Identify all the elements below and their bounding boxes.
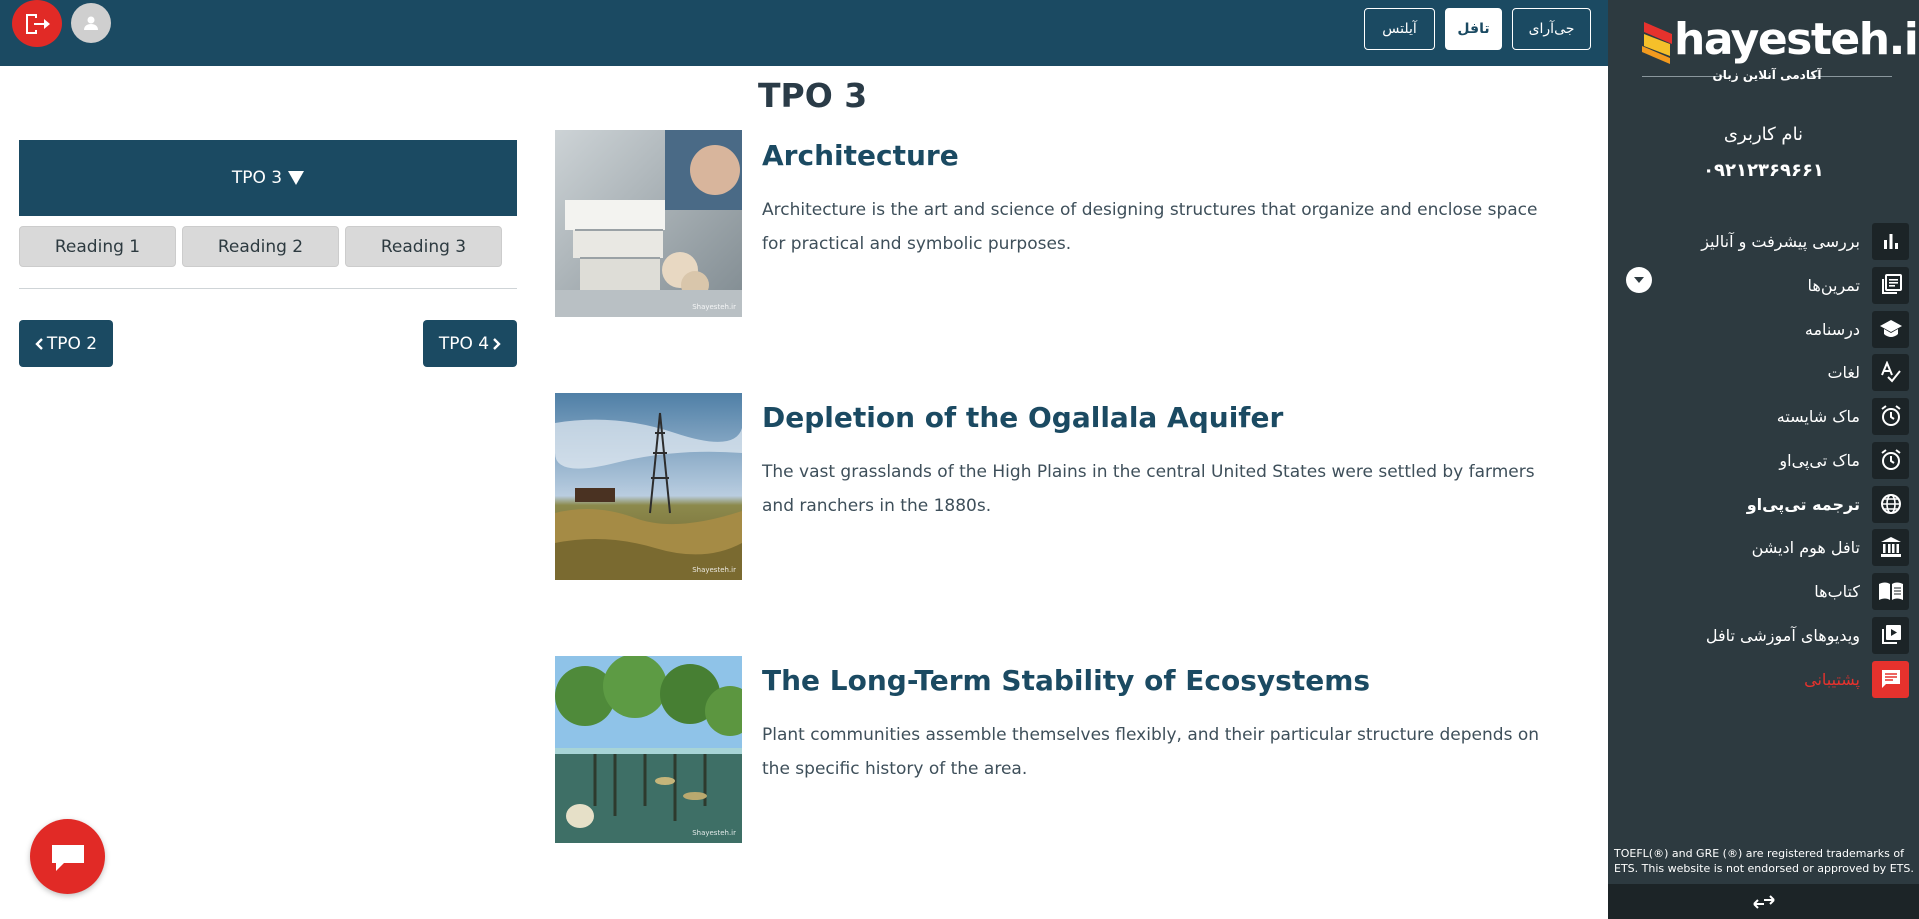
sidebar-item-label: بررسی پیشرفت و آنالیز	[1701, 231, 1860, 251]
sidebar-item-support[interactable]: پشتیبانی	[1619, 660, 1909, 698]
chat-bubble-icon	[51, 844, 84, 871]
card-title-architecture[interactable]: Architecture	[762, 139, 959, 172]
sidebar-item-label: ماک شایسته	[1776, 406, 1860, 426]
prev-tpo-label: TPO 2	[46, 333, 98, 354]
ecosystems-image[interactable]: Shayesteh.ir	[555, 656, 742, 843]
sidebar-item-label: کتاب‌ها	[1814, 581, 1860, 601]
divider	[19, 288, 517, 289]
logo-text: hayesteh.ir	[1674, 14, 1919, 65]
graduation-cap-icon	[1872, 310, 1909, 348]
live-chat-button[interactable]	[30, 819, 105, 894]
logout-button[interactable]	[12, 0, 62, 47]
tpo-dropdown-label: TPO 3	[231, 168, 283, 188]
image-watermark: Shayesteh.ir	[692, 829, 736, 837]
sidebar-item-toefl-home[interactable]: تافل هوم ادیشن	[1619, 528, 1909, 566]
next-tpo-label: TPO 4	[438, 333, 490, 354]
sidebar-item-label: ویدیوهای آموزشی تافل	[1705, 625, 1860, 645]
sidebar-item-lessons[interactable]: درسنامه	[1619, 310, 1909, 348]
username-label: نام کاربری	[1723, 124, 1804, 145]
bar-chart-icon	[1872, 222, 1909, 260]
sidebar-item-vocabulary[interactable]: لغات	[1619, 353, 1909, 391]
reading-1-button[interactable]: Reading 1	[19, 226, 176, 267]
page-title: TPO 3	[758, 76, 868, 115]
alarm-clock-icon	[1872, 397, 1909, 435]
image-watermark: Shayesteh.ir	[692, 566, 736, 574]
tab-toefl[interactable]: تافل	[1445, 8, 1502, 50]
sidebar-item-label: درسنامه	[1804, 319, 1860, 339]
card-description: Architecture is the art and science of d…	[762, 200, 1538, 254]
top-bar: جی‌آرای تافل آیلتس	[0, 0, 1608, 66]
logo-mark-icon	[1642, 22, 1672, 64]
sidebar-collapse-button[interactable]	[1608, 884, 1919, 919]
next-tpo-button[interactable]: TPO 4	[423, 320, 517, 367]
sidebar: hayesteh.ir آکادمی آنلاین زبان نام کاربر…	[1608, 0, 1919, 919]
sidebar-item-exercises[interactable]: تمرین‌ها	[1619, 266, 1909, 304]
sidebar-item-tpo-translation[interactable]: ترجمه تی‌پی‌او	[1619, 485, 1909, 523]
image-watermark: Shayesteh.ir	[692, 303, 736, 311]
avatar[interactable]	[71, 3, 111, 43]
sidebar-item-label: تافل هوم ادیشن	[1751, 537, 1860, 557]
sidebar-item-label: ترجمه تی‌پی‌او	[1746, 494, 1860, 514]
sidebar-item-shayesteh-mock[interactable]: ماک شایسته	[1619, 397, 1909, 435]
tab-gre[interactable]: جی‌آرای	[1512, 8, 1591, 50]
institution-icon	[1872, 528, 1909, 566]
user-phone: ۰۹۲۱۲۳۶۹۶۶۱	[1703, 160, 1824, 181]
collapse-arrows-icon	[1752, 894, 1775, 909]
card-title-ecosystems[interactable]: The Long-Term Stability of Ecosystems	[762, 664, 1370, 697]
reading-3-button[interactable]: Reading 3	[345, 226, 502, 267]
sidebar-item-label: تمرین‌ها	[1807, 275, 1860, 295]
video-library-icon	[1872, 616, 1909, 654]
card-description: The vast grasslands of the High Plains i…	[762, 462, 1535, 516]
alarm-clock-icon	[1872, 441, 1909, 479]
caret-down-icon	[288, 171, 305, 185]
architecture-image[interactable]: Shayesteh.ir	[555, 130, 742, 317]
globe-icon	[1872, 485, 1909, 523]
logo[interactable]: hayesteh.ir آکادمی آنلاین زبان	[1632, 8, 1919, 88]
tpo-dropdown[interactable]: TPO 3	[19, 140, 517, 216]
card-description: Plant communities assemble themselves fl…	[762, 725, 1540, 779]
chat-icon	[1872, 660, 1909, 698]
open-book-icon	[1872, 572, 1909, 610]
user-icon	[84, 16, 98, 30]
ogallala-image[interactable]: Shayesteh.ir	[555, 393, 742, 580]
sidebar-item-label: لغات	[1827, 362, 1860, 382]
sidebar-item-label: ماک تی‌پی‌او	[1779, 450, 1860, 470]
trademark-disclaimer: TOEFL(®) and GRE (®) are registered trad…	[1614, 847, 1914, 875]
logout-icon	[26, 13, 50, 34]
sidebar-item-toefl-videos[interactable]: ویدیوهای آموزشی تافل	[1619, 616, 1909, 654]
prev-tpo-button[interactable]: TPO 2	[19, 320, 113, 367]
tab-ielts[interactable]: آیلتس	[1364, 8, 1435, 50]
logo-subtitle: آکادمی آنلاین زبان	[1712, 68, 1822, 82]
library-books-icon	[1872, 266, 1909, 304]
chevron-right-icon	[493, 337, 501, 350]
chevron-left-icon	[35, 337, 43, 350]
sidebar-item-books[interactable]: کتاب‌ها	[1619, 572, 1909, 610]
sidebar-item-label: پشتیبانی	[1804, 669, 1860, 689]
reading-2-button[interactable]: Reading 2	[182, 226, 339, 267]
spellcheck-icon	[1872, 353, 1909, 391]
sidebar-item-progress[interactable]: بررسی پیشرفت و آنالیز	[1619, 222, 1909, 260]
card-title-ogallala[interactable]: Depletion of the Ogallala Aquifer	[762, 401, 1283, 434]
sidebar-item-tpo-mock[interactable]: ماک تی‌پی‌او	[1619, 441, 1909, 479]
